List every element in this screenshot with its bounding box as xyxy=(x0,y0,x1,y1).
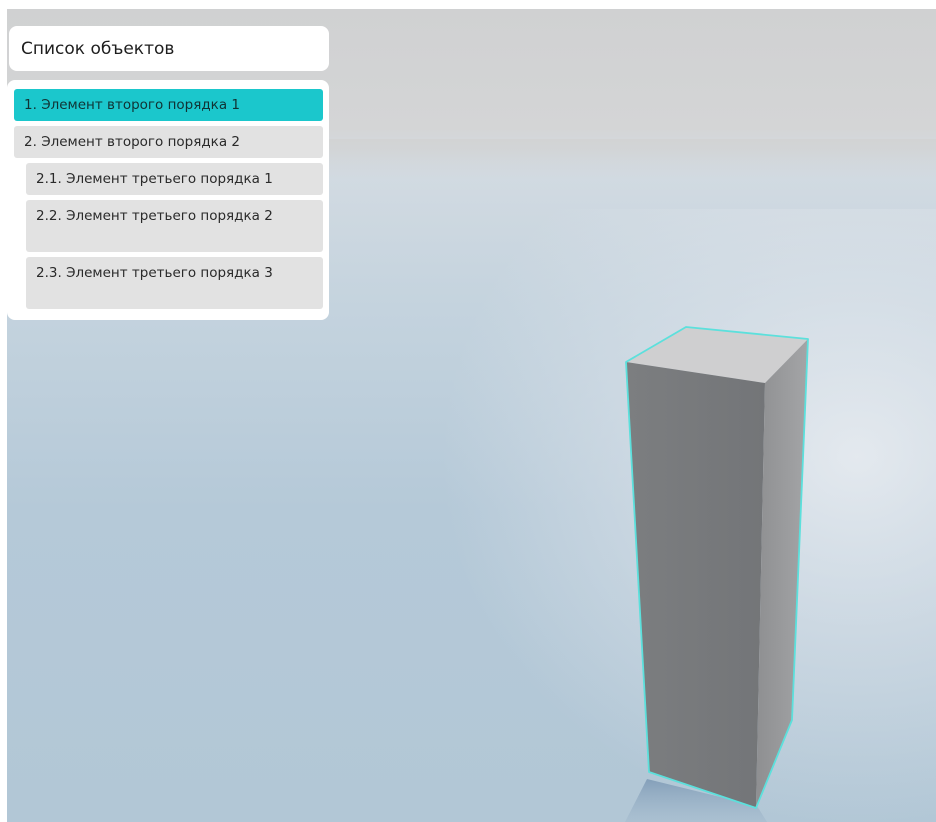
list-item-label: Элемент второго порядка 1 xyxy=(41,96,240,113)
list-item-number: 2.2. xyxy=(36,208,62,224)
list-item-2[interactable]: 2. Элемент второго порядка 2 xyxy=(14,126,323,158)
object-list: 1. Элемент второго порядка 1 2. Элемент … xyxy=(7,80,329,320)
list-item-number: 2. xyxy=(24,133,37,150)
list-item-number: 2.3. xyxy=(36,265,62,281)
list-item-label: Элемент третьего порядка 2 xyxy=(66,208,273,224)
list-item-label: Элемент второго порядка 2 xyxy=(41,133,240,150)
list-item-2-2[interactable]: 2.2. Элемент третьего порядка 2 xyxy=(26,200,323,252)
list-item-2-1[interactable]: 2.1. Элемент третьего порядка 1 xyxy=(26,163,323,195)
list-item-label: Элемент третьего порядка 3 xyxy=(66,265,273,281)
list-item-number: 2.1. xyxy=(36,170,62,187)
list-item-2-3[interactable]: 2.3. Элемент третьего порядка 3 xyxy=(26,257,323,309)
object-list-header: Список объектов xyxy=(9,26,329,71)
list-item-label: Элемент третьего порядка 1 xyxy=(66,170,273,187)
list-item-1[interactable]: 1. Элемент второго порядка 1 xyxy=(14,89,323,121)
panel-title: Список объектов xyxy=(21,38,175,59)
list-item-number: 1. xyxy=(24,96,37,113)
